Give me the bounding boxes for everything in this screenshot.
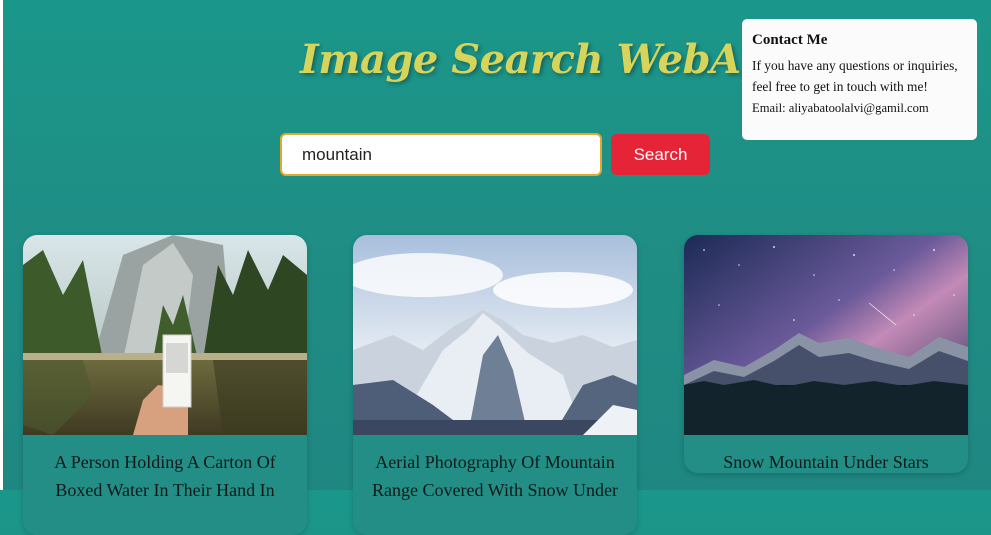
window-edge: [0, 0, 3, 490]
night-sky-mountain-photo: [684, 235, 968, 435]
contact-card: Contact Me If you have any questions or …: [742, 19, 977, 140]
app-title: Image Search WebApp: [300, 36, 796, 83]
contact-title: Contact Me: [752, 32, 828, 48]
contact-message: If you have any questions or inquiries, …: [752, 58, 958, 94]
search-input[interactable]: [280, 133, 602, 176]
lake-forest-carton-photo: [23, 235, 307, 435]
result-card[interactable]: Aerial Photography Of Mountain Range Cov…: [353, 235, 637, 535]
result-caption: Snow Mountain Under Stars: [723, 452, 929, 472]
snowy-mountain-range-photo: [353, 235, 637, 435]
contact-email: Email: aliyabatoolalvi@gamil.com: [752, 101, 929, 115]
result-card[interactable]: Snow Mountain Under Stars: [684, 235, 968, 473]
result-caption: A Person Holding A Carton Of Boxed Water…: [54, 452, 276, 500]
result-card[interactable]: A Person Holding A Carton Of Boxed Water…: [23, 235, 307, 535]
result-caption: Aerial Photography Of Mountain Range Cov…: [372, 452, 618, 500]
search-button[interactable]: Search: [611, 134, 710, 175]
